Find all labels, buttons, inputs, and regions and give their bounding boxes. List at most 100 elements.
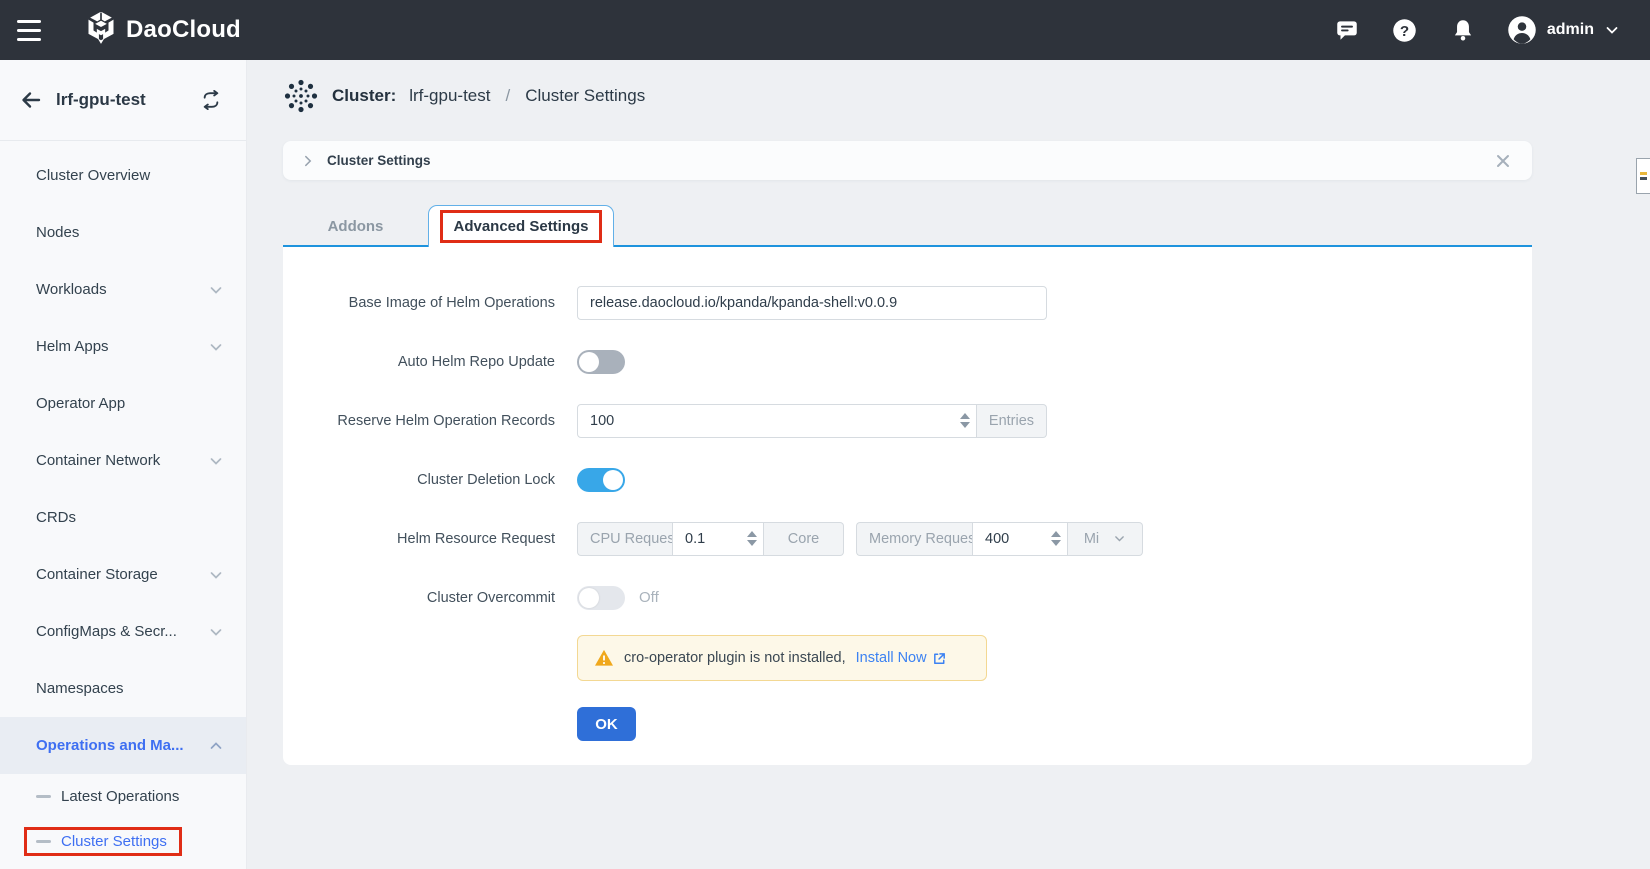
- sidebar-subitem-cluster-settings[interactable]: Cluster Settings: [0, 819, 246, 864]
- notifications-button[interactable]: [1449, 16, 1477, 44]
- chevron-down-icon: [208, 339, 224, 355]
- form-row-auto-repo: Auto Helm Repo Update: [283, 332, 1532, 391]
- brand-logo[interactable]: DaoCloud: [86, 11, 241, 50]
- tab-advanced-settings[interactable]: Advanced Settings: [428, 205, 614, 247]
- question-icon: ?: [1391, 17, 1418, 44]
- overcommit-label: Cluster Overcommit: [283, 590, 555, 606]
- user-menu[interactable]: admin: [1507, 15, 1620, 45]
- sidebar-item-workloads[interactable]: Workloads: [0, 261, 246, 318]
- sidebar-item-container-storage[interactable]: Container Storage: [0, 546, 246, 603]
- chevron-down-icon: [208, 282, 224, 298]
- sidebar-subitem-latest-operations[interactable]: Latest Operations: [0, 774, 246, 819]
- cluster-icon: [283, 78, 319, 114]
- deletion-lock-toggle[interactable]: [577, 468, 625, 492]
- help-button[interactable]: ?: [1391, 16, 1419, 44]
- reserve-records-input-wrap: [577, 404, 977, 438]
- warning-icon: [594, 649, 614, 667]
- sidebar-item-configmaps-secrets[interactable]: ConfigMaps & Secr...: [0, 603, 246, 660]
- resource-request-label: Helm Resource Request: [283, 531, 555, 547]
- arrow-left-icon: [19, 89, 43, 111]
- cpu-request-unit: Core: [764, 522, 844, 556]
- memory-request-prefix: Memory Request: [856, 522, 972, 556]
- form-row-deletion-lock: Cluster Deletion Lock: [283, 450, 1532, 509]
- memory-request-group: Memory Request Mi: [856, 522, 1143, 556]
- sidebar-cluster-name: lrf-gpu-test: [56, 90, 198, 110]
- chevron-down-icon: [208, 453, 224, 469]
- deletion-lock-label: Cluster Deletion Lock: [283, 472, 555, 488]
- menu-toggle-button[interactable]: [0, 0, 58, 60]
- dash-icon: [36, 795, 51, 798]
- close-icon: [1495, 153, 1511, 169]
- form-row-overcommit: Cluster Overcommit Off: [283, 568, 1532, 627]
- install-now-link[interactable]: Install Now: [856, 650, 947, 666]
- form-row-base-image: Base Image of Helm Operations: [283, 273, 1532, 332]
- form-row-reserve-records: Reserve Helm Operation Records Entries: [283, 391, 1532, 450]
- sidebar-item-nodes[interactable]: Nodes: [0, 204, 246, 261]
- sidebar-item-operator-app[interactable]: Operator App: [0, 375, 246, 432]
- memory-unit-select[interactable]: Mi: [1068, 522, 1143, 556]
- annotation-box: Advanced Settings: [440, 210, 601, 243]
- tab-bar: Addons Advanced Settings: [283, 205, 1532, 247]
- main-content: Cluster: lrf-gpu-test / Cluster Settings…: [247, 60, 1650, 869]
- breadcrumb-cluster[interactable]: lrf-gpu-test: [409, 86, 490, 106]
- chat-icon: [1334, 17, 1360, 43]
- chevron-down-icon: [1604, 22, 1620, 38]
- form-row-resource-request: Helm Resource Request CPU Request Core M…: [283, 509, 1532, 568]
- number-stepper[interactable]: [747, 523, 757, 555]
- breadcrumb-page: Cluster Settings: [525, 86, 645, 106]
- reserve-records-unit: Entries: [977, 404, 1047, 438]
- chevron-up-icon: [208, 738, 224, 754]
- hamburger-icon: [17, 20, 41, 41]
- sidebar-item-helm-apps[interactable]: Helm Apps: [0, 318, 246, 375]
- bell-icon: [1450, 17, 1476, 43]
- warning-text: cro-operator plugin is not installed,: [624, 650, 846, 666]
- chevron-right-icon[interactable]: [301, 154, 315, 168]
- avatar-icon: [1507, 15, 1537, 45]
- external-link-icon: [932, 651, 947, 666]
- back-button[interactable]: [18, 87, 44, 113]
- edge-partial-widget[interactable]: [1636, 158, 1650, 194]
- advanced-settings-panel: Base Image of Helm Operations Auto Helm …: [283, 247, 1532, 765]
- annotation-box: Cluster Settings: [24, 827, 182, 856]
- breadcrumb: Cluster: lrf-gpu-test / Cluster Settings: [283, 78, 645, 114]
- warning-banner: cro-operator plugin is not installed, In…: [577, 635, 987, 681]
- tab-addons[interactable]: Addons: [283, 205, 428, 247]
- divider: [0, 140, 246, 141]
- auto-repo-label: Auto Helm Repo Update: [283, 354, 555, 370]
- panel-bar-title: Cluster Settings: [327, 153, 431, 168]
- base-image-label: Base Image of Helm Operations: [283, 295, 555, 311]
- cpu-request-input-wrap: [672, 522, 764, 556]
- sidebar-item-container-network[interactable]: Container Network: [0, 432, 246, 489]
- svg-text:?: ?: [1400, 23, 1409, 40]
- sidebar: lrf-gpu-test Cluster Overview Nodes Work…: [0, 60, 247, 869]
- sidebar-item-crds[interactable]: CRDs: [0, 489, 246, 546]
- reserve-records-input[interactable]: [578, 405, 976, 437]
- daocloud-cube-icon: [86, 11, 116, 50]
- base-image-input[interactable]: [577, 286, 1047, 320]
- reserve-records-label: Reserve Helm Operation Records: [283, 413, 555, 429]
- auto-repo-toggle[interactable]: [577, 350, 625, 374]
- topbar: DaoCloud ?: [0, 0, 1650, 60]
- brand-name: DaoCloud: [126, 16, 241, 44]
- messages-button[interactable]: [1333, 16, 1361, 44]
- number-stepper[interactable]: [960, 405, 970, 437]
- dash-icon: [36, 840, 51, 843]
- cpu-request-group: CPU Request Core: [577, 522, 844, 556]
- sync-icon: [200, 90, 222, 110]
- overcommit-toggle[interactable]: [577, 586, 625, 610]
- close-button[interactable]: [1492, 150, 1514, 172]
- cluster-settings-panel-bar: Cluster Settings: [283, 141, 1532, 180]
- ok-button[interactable]: OK: [577, 707, 636, 741]
- overcommit-state: Off: [639, 589, 659, 606]
- breadcrumb-prefix: Cluster:: [332, 86, 396, 106]
- chevron-down-icon: [208, 567, 224, 583]
- number-stepper[interactable]: [1051, 523, 1061, 555]
- chevron-down-icon: [1113, 532, 1126, 545]
- username: admin: [1547, 21, 1594, 39]
- cpu-request-prefix: CPU Request: [577, 522, 672, 556]
- memory-request-input-wrap: [972, 522, 1068, 556]
- refresh-button[interactable]: [198, 87, 224, 113]
- sidebar-item-namespaces[interactable]: Namespaces: [0, 660, 246, 717]
- sidebar-item-cluster-overview[interactable]: Cluster Overview: [0, 147, 246, 204]
- sidebar-item-operations-management[interactable]: Operations and Ma...: [0, 717, 246, 774]
